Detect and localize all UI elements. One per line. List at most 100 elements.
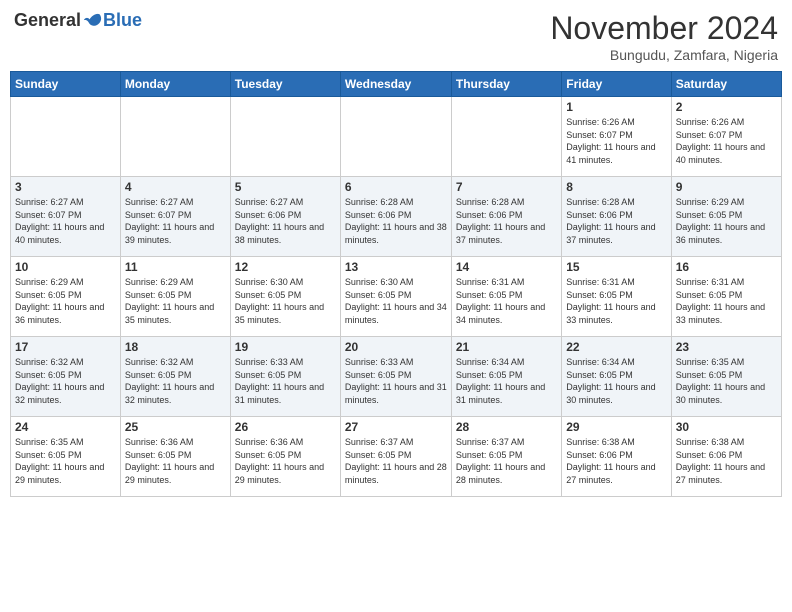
calendar-week-4: 17 Sunrise: 6:32 AM Sunset: 6:05 PM Dayli… bbox=[11, 337, 782, 417]
day-info: Sunrise: 6:36 AM Sunset: 6:05 PM Dayligh… bbox=[125, 436, 226, 486]
calendar-cell: 27 Sunrise: 6:37 AM Sunset: 6:05 PM Dayli… bbox=[340, 417, 451, 497]
day-number: 22 bbox=[566, 340, 666, 354]
day-info: Sunrise: 6:27 AM Sunset: 6:07 PM Dayligh… bbox=[15, 196, 116, 246]
calendar-cell: 7 Sunrise: 6:28 AM Sunset: 6:06 PM Daylig… bbox=[451, 177, 561, 257]
day-number: 27 bbox=[345, 420, 447, 434]
calendar-cell: 23 Sunrise: 6:35 AM Sunset: 6:05 PM Dayli… bbox=[671, 337, 781, 417]
calendar-cell: 17 Sunrise: 6:32 AM Sunset: 6:05 PM Dayli… bbox=[11, 337, 121, 417]
calendar-cell: 8 Sunrise: 6:28 AM Sunset: 6:06 PM Daylig… bbox=[562, 177, 671, 257]
day-info: Sunrise: 6:38 AM Sunset: 6:06 PM Dayligh… bbox=[676, 436, 777, 486]
calendar-cell bbox=[451, 97, 561, 177]
calendar-cell: 6 Sunrise: 6:28 AM Sunset: 6:06 PM Daylig… bbox=[340, 177, 451, 257]
calendar-header-monday: Monday bbox=[120, 72, 230, 97]
day-info: Sunrise: 6:32 AM Sunset: 6:05 PM Dayligh… bbox=[125, 356, 226, 406]
calendar-cell: 2 Sunrise: 6:26 AM Sunset: 6:07 PM Daylig… bbox=[671, 97, 781, 177]
calendar-cell: 19 Sunrise: 6:33 AM Sunset: 6:05 PM Dayli… bbox=[230, 337, 340, 417]
day-info: Sunrise: 6:31 AM Sunset: 6:05 PM Dayligh… bbox=[566, 276, 666, 326]
day-info: Sunrise: 6:28 AM Sunset: 6:06 PM Dayligh… bbox=[456, 196, 557, 246]
day-info: Sunrise: 6:26 AM Sunset: 6:07 PM Dayligh… bbox=[566, 116, 666, 166]
logo-general-text: General bbox=[14, 10, 81, 31]
day-info: Sunrise: 6:33 AM Sunset: 6:05 PM Dayligh… bbox=[345, 356, 447, 406]
day-info: Sunrise: 6:38 AM Sunset: 6:06 PM Dayligh… bbox=[566, 436, 666, 486]
day-number: 3 bbox=[15, 180, 116, 194]
calendar-cell: 15Sunrise: 6:31 AM Sunset: 6:05 PM Dayli… bbox=[562, 257, 671, 337]
calendar-cell: 30Sunrise: 6:38 AM Sunset: 6:06 PM Dayli… bbox=[671, 417, 781, 497]
day-number: 11 bbox=[125, 260, 226, 274]
calendar-cell: 10Sunrise: 6:29 AM Sunset: 6:05 PM Dayli… bbox=[11, 257, 121, 337]
calendar-cell: 24 Sunrise: 6:35 AM Sunset: 6:05 PM Dayli… bbox=[11, 417, 121, 497]
day-info: Sunrise: 6:32 AM Sunset: 6:05 PM Dayligh… bbox=[15, 356, 116, 406]
month-info: November 2024 Bungudu, Zamfara, Nigeria bbox=[550, 10, 778, 63]
day-number: 23 bbox=[676, 340, 777, 354]
calendar-cell: 14 Sunrise: 6:31 AM Sunset: 6:05 PM Dayli… bbox=[451, 257, 561, 337]
day-info: Sunrise: 6:31 AM Sunset: 6:05 PM Dayligh… bbox=[676, 276, 777, 326]
day-info: Sunrise: 6:27 AM Sunset: 6:07 PM Dayligh… bbox=[125, 196, 226, 246]
day-info: Sunrise: 6:29 AM Sunset: 6:05 PM Dayligh… bbox=[676, 196, 777, 246]
day-info: Sunrise: 6:30 AM Sunset: 6:05 PM Dayligh… bbox=[345, 276, 447, 326]
day-number: 26 bbox=[235, 420, 336, 434]
day-number: 8 bbox=[566, 180, 666, 194]
day-info: Sunrise: 6:34 AM Sunset: 6:05 PM Dayligh… bbox=[456, 356, 557, 406]
calendar-cell: 25Sunrise: 6:36 AM Sunset: 6:05 PM Dayli… bbox=[120, 417, 230, 497]
day-number: 7 bbox=[456, 180, 557, 194]
calendar-cell: 20Sunrise: 6:33 AM Sunset: 6:05 PM Dayli… bbox=[340, 337, 451, 417]
calendar-cell: 28 Sunrise: 6:37 AM Sunset: 6:05 PM Dayli… bbox=[451, 417, 561, 497]
day-number: 5 bbox=[235, 180, 336, 194]
calendar-week-5: 24 Sunrise: 6:35 AM Sunset: 6:05 PM Dayli… bbox=[11, 417, 782, 497]
day-info: Sunrise: 6:37 AM Sunset: 6:05 PM Dayligh… bbox=[456, 436, 557, 486]
location: Bungudu, Zamfara, Nigeria bbox=[550, 47, 778, 63]
day-info: Sunrise: 6:30 AM Sunset: 6:05 PM Dayligh… bbox=[235, 276, 336, 326]
calendar-header-friday: Friday bbox=[562, 72, 671, 97]
calendar-week-3: 10Sunrise: 6:29 AM Sunset: 6:05 PM Dayli… bbox=[11, 257, 782, 337]
day-info: Sunrise: 6:35 AM Sunset: 6:05 PM Dayligh… bbox=[676, 356, 777, 406]
day-info: Sunrise: 6:26 AM Sunset: 6:07 PM Dayligh… bbox=[676, 116, 777, 166]
calendar-cell: 13 Sunrise: 6:30 AM Sunset: 6:05 PM Dayli… bbox=[340, 257, 451, 337]
calendar-cell: 22 Sunrise: 6:34 AM Sunset: 6:05 PM Dayli… bbox=[562, 337, 671, 417]
calendar-cell: 26 Sunrise: 6:36 AM Sunset: 6:05 PM Dayli… bbox=[230, 417, 340, 497]
calendar-cell: 3 Sunrise: 6:27 AM Sunset: 6:07 PM Daylig… bbox=[11, 177, 121, 257]
day-number: 28 bbox=[456, 420, 557, 434]
calendar-cell: 12Sunrise: 6:30 AM Sunset: 6:05 PM Dayli… bbox=[230, 257, 340, 337]
day-number: 29 bbox=[566, 420, 666, 434]
page-header: General Blue November 2024 Bungudu, Zamf… bbox=[10, 10, 782, 63]
day-number: 13 bbox=[345, 260, 447, 274]
day-number: 21 bbox=[456, 340, 557, 354]
calendar-week-2: 3 Sunrise: 6:27 AM Sunset: 6:07 PM Daylig… bbox=[11, 177, 782, 257]
day-number: 17 bbox=[15, 340, 116, 354]
day-number: 18 bbox=[125, 340, 226, 354]
day-info: Sunrise: 6:33 AM Sunset: 6:05 PM Dayligh… bbox=[235, 356, 336, 406]
day-info: Sunrise: 6:28 AM Sunset: 6:06 PM Dayligh… bbox=[345, 196, 447, 246]
month-title: November 2024 bbox=[550, 10, 778, 47]
day-number: 14 bbox=[456, 260, 557, 274]
day-number: 19 bbox=[235, 340, 336, 354]
day-info: Sunrise: 6:28 AM Sunset: 6:06 PM Dayligh… bbox=[566, 196, 666, 246]
day-info: Sunrise: 6:29 AM Sunset: 6:05 PM Dayligh… bbox=[15, 276, 116, 326]
day-info: Sunrise: 6:34 AM Sunset: 6:05 PM Dayligh… bbox=[566, 356, 666, 406]
calendar-cell: 18 Sunrise: 6:32 AM Sunset: 6:05 PM Dayli… bbox=[120, 337, 230, 417]
logo-bird-icon bbox=[83, 11, 103, 31]
day-info: Sunrise: 6:35 AM Sunset: 6:05 PM Dayligh… bbox=[15, 436, 116, 486]
logo: General Blue bbox=[14, 10, 142, 31]
day-info: Sunrise: 6:29 AM Sunset: 6:05 PM Dayligh… bbox=[125, 276, 226, 326]
calendar-cell: 4 Sunrise: 6:27 AM Sunset: 6:07 PM Daylig… bbox=[120, 177, 230, 257]
day-number: 2 bbox=[676, 100, 777, 114]
calendar-week-1: 1 Sunrise: 6:26 AM Sunset: 6:07 PM Daylig… bbox=[11, 97, 782, 177]
calendar-cell bbox=[11, 97, 121, 177]
day-number: 16 bbox=[676, 260, 777, 274]
calendar-header-thursday: Thursday bbox=[451, 72, 561, 97]
calendar-cell: 21 Sunrise: 6:34 AM Sunset: 6:05 PM Dayli… bbox=[451, 337, 561, 417]
calendar-cell: 29 Sunrise: 6:38 AM Sunset: 6:06 PM Dayli… bbox=[562, 417, 671, 497]
day-info: Sunrise: 6:31 AM Sunset: 6:05 PM Dayligh… bbox=[456, 276, 557, 326]
calendar-cell bbox=[120, 97, 230, 177]
day-number: 4 bbox=[125, 180, 226, 194]
day-info: Sunrise: 6:37 AM Sunset: 6:05 PM Dayligh… bbox=[345, 436, 447, 486]
calendar-header-saturday: Saturday bbox=[671, 72, 781, 97]
day-number: 6 bbox=[345, 180, 447, 194]
day-number: 24 bbox=[15, 420, 116, 434]
day-number: 1 bbox=[566, 100, 666, 114]
day-info: Sunrise: 6:27 AM Sunset: 6:06 PM Dayligh… bbox=[235, 196, 336, 246]
calendar-table: SundayMondayTuesdayWednesdayThursdayFrid… bbox=[10, 71, 782, 497]
calendar-header-sunday: Sunday bbox=[11, 72, 121, 97]
day-info: Sunrise: 6:36 AM Sunset: 6:05 PM Dayligh… bbox=[235, 436, 336, 486]
logo-blue-text: Blue bbox=[103, 10, 142, 31]
